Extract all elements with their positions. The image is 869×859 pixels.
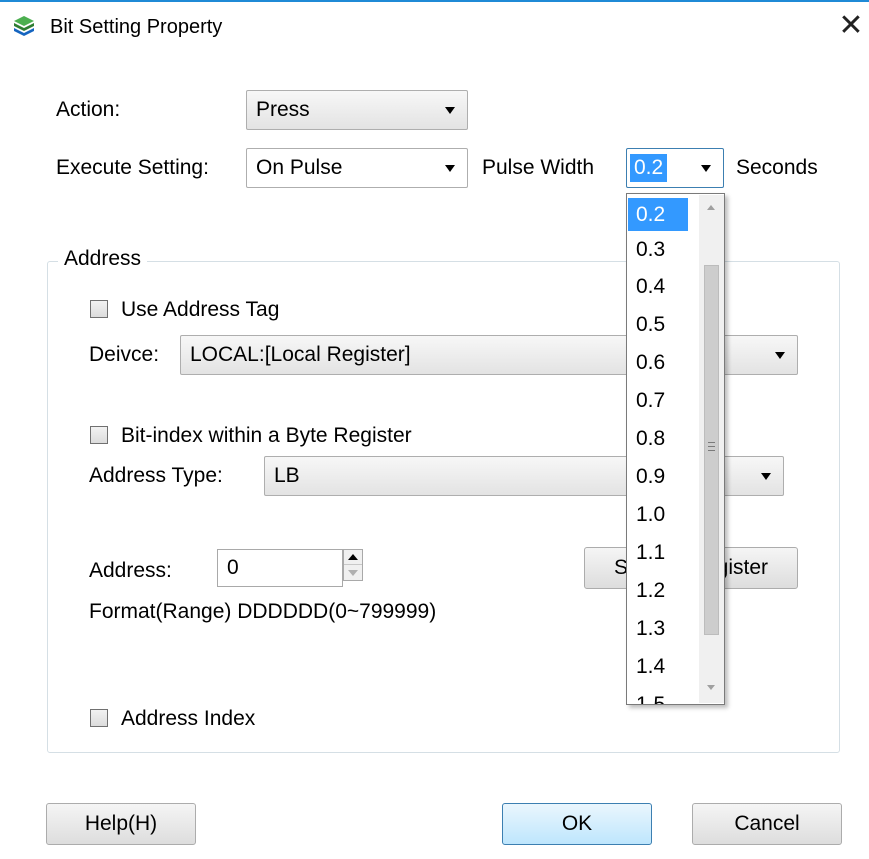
address-index-checkbox[interactable] bbox=[90, 709, 108, 727]
address-type-value: LB bbox=[274, 464, 300, 487]
pulse-option[interactable]: 1.1 bbox=[628, 536, 688, 569]
device-label: Deivce: bbox=[89, 343, 160, 366]
cancel-button[interactable]: Cancel bbox=[692, 803, 842, 845]
grip-line bbox=[708, 446, 715, 447]
address-label: Address: bbox=[89, 559, 172, 582]
pulse-option[interactable]: 0.6 bbox=[628, 346, 688, 379]
arrow-down-icon bbox=[348, 570, 358, 576]
action-label: Action: bbox=[56, 98, 121, 121]
pulse-option[interactable]: 0.9 bbox=[628, 460, 688, 493]
pulse-option[interactable]: 1.5 bbox=[628, 688, 688, 704]
address-input[interactable]: 0 bbox=[217, 549, 343, 587]
address-group-legend: Address bbox=[58, 244, 148, 274]
help-button[interactable]: Help(H) bbox=[46, 803, 196, 845]
scroll-down-icon[interactable] bbox=[707, 685, 715, 690]
pulse-width-select[interactable]: 0.2 bbox=[626, 148, 724, 188]
device-select-value: LOCAL:[Local Register] bbox=[190, 343, 411, 366]
use-address-tag-label: Use Address Tag bbox=[121, 298, 280, 321]
chevron-down-icon bbox=[701, 165, 711, 172]
title-bar-accent-line bbox=[0, 0, 869, 2]
spin-up-button[interactable] bbox=[344, 550, 362, 565]
close-icon[interactable]: ✕ bbox=[836, 8, 866, 44]
dialog-title: Bit Setting Property bbox=[50, 16, 223, 38]
bit-index-label: Bit-index within a Byte Register bbox=[121, 424, 412, 447]
pulse-width-label: Pulse Width bbox=[482, 156, 595, 179]
execute-setting-select[interactable]: On Pulse bbox=[246, 148, 468, 188]
pulse-option[interactable]: 0.3 bbox=[628, 233, 688, 266]
address-index-label: Address Index bbox=[121, 707, 256, 730]
pulse-option[interactable]: 0.8 bbox=[628, 422, 688, 455]
scrollbar-thumb[interactable] bbox=[704, 265, 719, 635]
address-spinner bbox=[343, 549, 363, 581]
pulse-width-dropdown-list[interactable]: 0.2 0.3 0.4 0.5 0.6 0.7 0.8 0.9 1.0 1.1 … bbox=[626, 193, 725, 705]
pulse-option[interactable]: 1.3 bbox=[628, 612, 688, 645]
pulse-option[interactable]: 0.7 bbox=[628, 384, 688, 417]
pulse-option[interactable]: 0.4 bbox=[628, 270, 688, 303]
execute-setting-label: Execute Setting: bbox=[56, 156, 209, 179]
action-select-value: Press bbox=[256, 98, 310, 121]
chevron-down-icon bbox=[761, 473, 771, 480]
chevron-down-icon bbox=[775, 352, 785, 359]
app-icon bbox=[14, 16, 34, 36]
format-range-text: Format(Range) DDDDDD(0~799999) bbox=[89, 600, 437, 623]
execute-setting-value: On Pulse bbox=[256, 156, 343, 179]
pulse-option[interactable]: 0.5 bbox=[628, 308, 688, 341]
scroll-up-icon[interactable] bbox=[707, 205, 715, 210]
arrow-up-icon bbox=[348, 554, 358, 560]
pulse-width-value: 0.2 bbox=[630, 154, 668, 182]
pulse-option[interactable]: 1.2 bbox=[628, 574, 688, 607]
pulse-option[interactable]: 1.4 bbox=[628, 650, 688, 683]
chevron-down-icon bbox=[445, 107, 455, 114]
address-type-label: Address Type: bbox=[89, 464, 223, 487]
seconds-label: Seconds bbox=[736, 156, 818, 179]
spin-down-button[interactable] bbox=[344, 566, 362, 581]
grip-line bbox=[708, 442, 715, 443]
bit-index-checkbox[interactable] bbox=[90, 426, 108, 444]
pulse-option[interactable]: 1.0 bbox=[628, 498, 688, 531]
pulse-option[interactable]: 0.2 bbox=[628, 198, 688, 231]
chevron-down-icon bbox=[445, 165, 455, 172]
use-address-tag-checkbox[interactable] bbox=[90, 300, 108, 318]
grip-line bbox=[708, 450, 715, 451]
ok-button[interactable]: OK bbox=[502, 803, 652, 845]
dropdown-scrollbar[interactable] bbox=[699, 195, 724, 703]
action-select[interactable]: Press bbox=[246, 90, 468, 130]
